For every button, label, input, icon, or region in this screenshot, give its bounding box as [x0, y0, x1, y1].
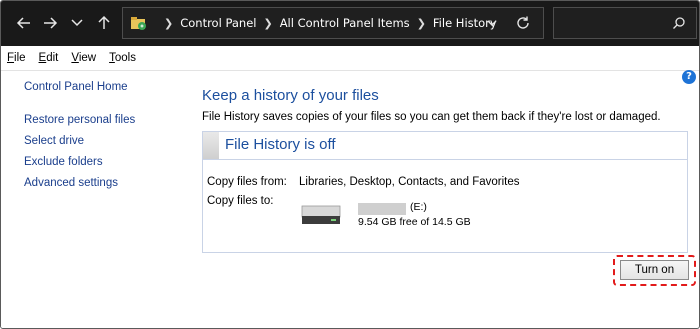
- breadcrumb: ❯ Control Panel ❯ All Control Panel Item…: [157, 8, 497, 38]
- breadcrumb-separator: ❯: [416, 16, 426, 30]
- sidebar-exclude-folders[interactable]: Exclude folders: [24, 156, 103, 168]
- drive-name-redacted: [358, 203, 406, 215]
- arrow-up-icon: [98, 15, 110, 29]
- page-description: File History saves copies of your files …: [202, 111, 661, 123]
- recent-locations-button[interactable]: [68, 15, 86, 33]
- menu-view-mnemonic: V: [71, 52, 79, 64]
- sidebar-control-panel-home[interactable]: Control Panel Home: [24, 81, 128, 93]
- sidebar-restore-personal-files[interactable]: Restore personal files: [24, 114, 135, 126]
- menu-file-mnemonic: F: [7, 52, 15, 64]
- copy-from-value: Libraries, Desktop, Contacts, and Favori…: [299, 176, 520, 188]
- address-bar[interactable]: ❯ Control Panel ❯ All Control Panel Item…: [122, 7, 544, 39]
- chevron-down-icon: [71, 19, 83, 27]
- help-icon[interactable]: ?: [682, 70, 696, 84]
- drive-icon: [301, 205, 341, 224]
- arrow-left-icon: [16, 17, 30, 29]
- menu-view[interactable]: View: [71, 52, 96, 64]
- menu-bar: File Edit View Tools: [1, 46, 699, 71]
- back-button[interactable]: [15, 15, 33, 33]
- menu-edit[interactable]: Edit: [39, 52, 59, 64]
- status-title: File History is off: [225, 136, 336, 153]
- up-button[interactable]: [95, 15, 113, 33]
- search-icon: [673, 17, 685, 29]
- turn-on-button[interactable]: Turn on: [620, 260, 689, 280]
- status-panel: File History is off Copy files from: Lib…: [202, 131, 688, 253]
- arrow-right-icon: [44, 17, 58, 29]
- forward-button[interactable]: [41, 15, 59, 33]
- breadcrumb-all-items[interactable]: All Control Panel Items: [280, 16, 410, 30]
- page-title: Keep a history of your files: [202, 87, 379, 104]
- file-history-window: ❯ Control Panel ❯ All Control Panel Item…: [0, 0, 700, 329]
- breadcrumb-separator: ❯: [263, 16, 273, 30]
- search-input[interactable]: [553, 7, 697, 39]
- drive-free-space: 9.54 GB free of 14.5 GB: [358, 216, 471, 228]
- control-panel-icon: [131, 17, 146, 30]
- navigation-bar: ❯ Control Panel ❯ All Control Panel Item…: [1, 1, 699, 46]
- status-stripe: [203, 132, 219, 159]
- status-panel-header: File History is off: [203, 132, 687, 160]
- sidebar: Control Panel Home Restore personal file…: [1, 72, 177, 328]
- menu-file[interactable]: File: [7, 52, 26, 64]
- breadcrumb-separator: ❯: [164, 16, 174, 30]
- breadcrumb-control-panel[interactable]: Control Panel: [180, 16, 256, 30]
- refresh-icon[interactable]: [515, 15, 531, 31]
- drive-letter: (E:): [410, 201, 427, 213]
- address-dropdown-icon[interactable]: [485, 16, 499, 30]
- copy-from-label: Copy files from:: [207, 176, 287, 188]
- sidebar-advanced-settings[interactable]: Advanced settings: [24, 177, 118, 189]
- menu-edit-mnemonic: E: [38, 52, 47, 64]
- sidebar-select-drive[interactable]: Select drive: [24, 135, 84, 147]
- copy-to-label: Copy files to:: [207, 195, 274, 207]
- menu-tools-mnemonic: T: [109, 52, 115, 64]
- menu-tools[interactable]: Tools: [109, 52, 136, 64]
